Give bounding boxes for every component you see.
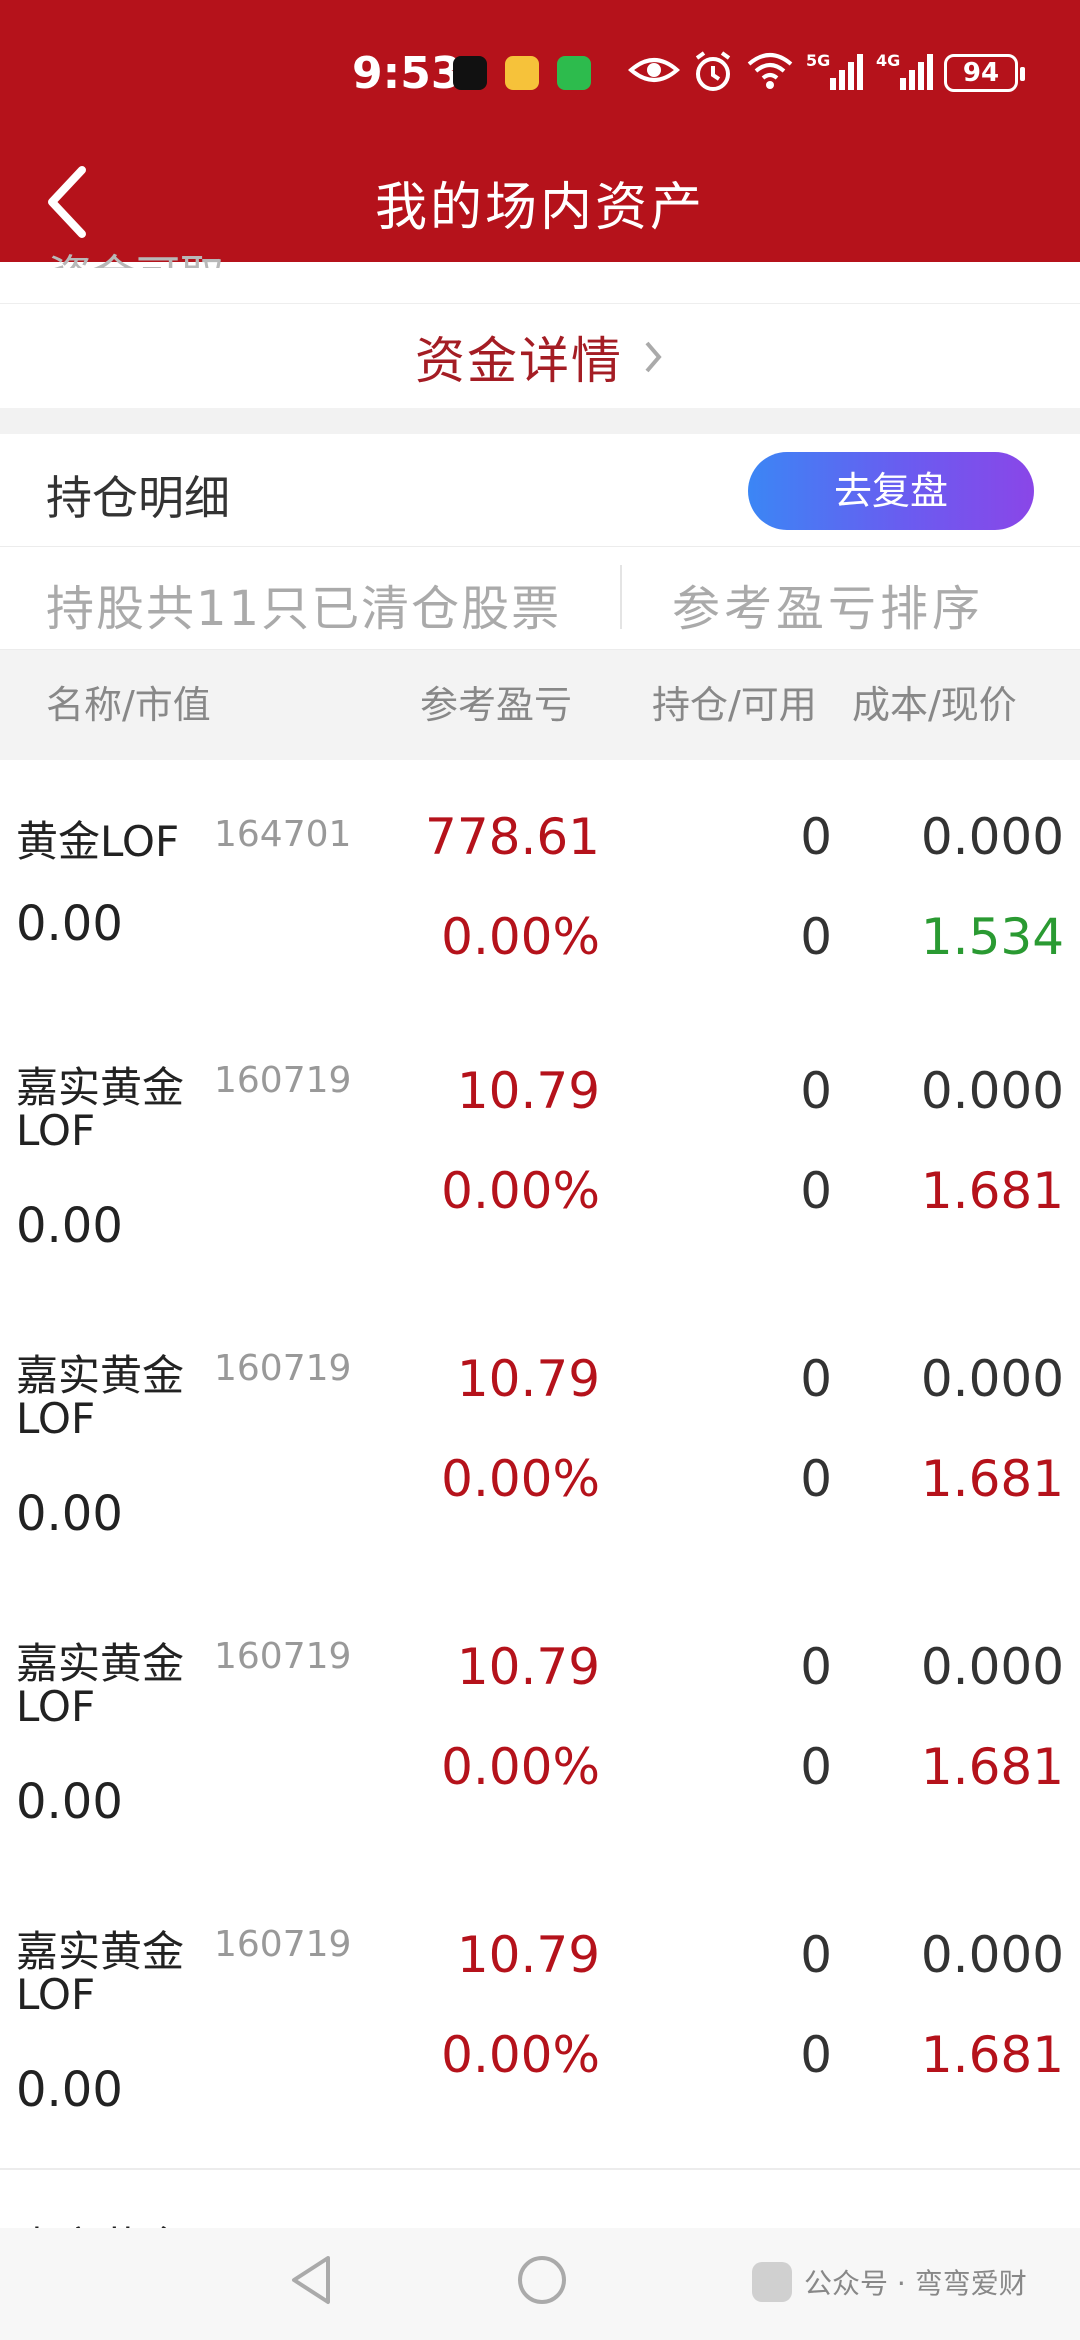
chevron-right-icon (645, 341, 662, 372)
holding-name-line2: LOF (16, 1394, 96, 1443)
fund-detail-link[interactable]: 资金详情 (0, 303, 1080, 409)
holding-price: 1.681 (920, 1162, 1064, 1220)
holding-cost: 0.000 (920, 1926, 1064, 1984)
wechat-icon (557, 56, 591, 90)
holding-available: 0 (800, 2026, 832, 2084)
holding-cost: 0.000 (920, 1350, 1064, 1408)
holding-row[interactable]: 黄金LOF 164701 0.00 778.61 0.00% 0 0 0.000… (0, 760, 1080, 1016)
weibo-icon (505, 56, 539, 90)
holding-pl: 10.79 (456, 1350, 600, 1408)
section-gap (0, 408, 1080, 434)
holding-row[interactable]: 嘉实黄金 LOF 160719 0.00 10.79 0.00% 0 0 0.0… (0, 1302, 1080, 1592)
holding-qty: 0 (800, 1638, 832, 1696)
tab-divider (620, 565, 622, 629)
holding-price: 1.534 (920, 908, 1064, 966)
holding-pl-pct: 0.00% (441, 1162, 600, 1220)
holding-code: 160719 (214, 1924, 352, 1965)
review-button[interactable]: 去复盘 (748, 452, 1034, 530)
holding-row[interactable]: 嘉实黄金 LOF 160719 0.00 10.79 0.00% 0 0 0.0… (0, 1878, 1080, 2170)
holding-pl-pct: 0.00% (441, 1738, 600, 1796)
holding-pl-pct: 0.00% (441, 2026, 600, 2084)
column-header: 名称/市值 参考盈亏 持仓/可用 成本/现价 (0, 650, 1080, 760)
holding-market-value: 0.00 (16, 1198, 123, 1254)
holding-code: 160719 (214, 1060, 352, 1101)
holding-market-value: 0.00 (16, 2062, 123, 2118)
fund-detail-label: 资金详情 (415, 331, 623, 390)
holding-qty: 0 (800, 1926, 832, 1984)
holding-pl: 10.79 (456, 1638, 600, 1696)
wechat-official-icon (752, 2262, 792, 2302)
status-time: 9:53 (352, 48, 462, 99)
nav-back-icon[interactable] (284, 2252, 340, 2308)
holding-qty: 0 (800, 1350, 832, 1408)
holding-pl: 10.79 (456, 1926, 600, 1984)
wifi-icon (747, 53, 793, 89)
col-name: 名称/市值 (46, 683, 211, 727)
holding-code: 160719 (214, 1636, 352, 1677)
holding-qty: 0 (800, 808, 832, 866)
signal-4g-icon: 4G (876, 51, 933, 90)
svg-text:5G: 5G (806, 51, 830, 70)
watermark-text: 公众号 · 弯弯爱财 (804, 2267, 1027, 2300)
holding-available: 0 (800, 1162, 832, 1220)
holding-cost: 0.000 (920, 1638, 1064, 1696)
holdings-tabs: 持股共11只已清仓股票 参考盈亏排序 (0, 547, 1080, 650)
holding-price: 1.681 (920, 2026, 1064, 2084)
col-cost[interactable]: 成本/现价 (852, 674, 1017, 729)
holding-name-line2: LOF (16, 1970, 96, 2019)
holding-cost: 0.000 (920, 1062, 1064, 1120)
holding-pl-pct: 0.00% (441, 908, 600, 966)
holding-market-value: 0.00 (16, 896, 123, 952)
holding-code: 160719 (214, 1348, 352, 1389)
holding-available: 0 (800, 908, 832, 966)
holding-available: 0 (800, 1450, 832, 1508)
tab-cleared-stocks[interactable]: 持股共11只已清仓股票 (46, 569, 561, 639)
col-pl[interactable]: 参考盈亏 (420, 674, 572, 729)
holding-name-line2: LOF (16, 1682, 96, 1731)
holding-pl-pct: 0.00% (441, 1450, 600, 1508)
battery-indicator: 94 (944, 54, 1025, 92)
holding-market-value: 0.00 (16, 1774, 123, 1830)
holding-row[interactable]: 嘉实黄金 LOF 160719 0.00 10.79 0.00% 0 0 0.0… (0, 1014, 1080, 1304)
holding-name-line2: LOF (16, 1106, 96, 1155)
holding-qty: 0 (800, 1062, 832, 1120)
status-bar: 9:53 5G 4G 94 (0, 44, 1080, 114)
holding-price: 1.681 (920, 1738, 1064, 1796)
eye-icon (628, 58, 680, 82)
col-hold[interactable]: 持仓/可用 (652, 674, 817, 729)
nav-home-icon[interactable] (514, 2252, 570, 2308)
holding-cost: 0.000 (920, 808, 1064, 866)
tiktok-icon (453, 56, 487, 90)
tab-pl-sort[interactable]: 参考盈亏排序 (672, 569, 984, 639)
holding-pl: 10.79 (456, 1062, 600, 1120)
holding-row[interactable]: 嘉实黄金 LOF 160719 0.00 10.79 0.00% 0 0 0.0… (0, 1590, 1080, 1880)
holding-available: 0 (800, 1738, 832, 1796)
scrolled-peek-text: 资金可取 (48, 240, 224, 268)
watermark: 公众号 · 弯弯爱财 (752, 2252, 1027, 2312)
signal-5g-icon: 5G (806, 51, 863, 90)
app-header: 9:53 5G 4G 94 我的场内资产 (0, 0, 1080, 262)
alarm-icon (695, 51, 731, 91)
holding-code: 164701 (214, 814, 352, 855)
page-title: 我的场内资产 (374, 178, 705, 238)
system-nav-bar: 公众号 · 弯弯爱财 (0, 2228, 1080, 2340)
holding-pl: 778.61 (425, 808, 600, 866)
holdings-header: 持仓明细 去复盘 (0, 434, 1080, 547)
holding-name: 黄金LOF (16, 817, 180, 866)
svg-text:4G: 4G (876, 51, 900, 70)
holding-market-value: 0.00 (16, 1486, 123, 1542)
holdings-title: 持仓明细 (46, 471, 230, 525)
holding-price: 1.681 (920, 1450, 1064, 1508)
